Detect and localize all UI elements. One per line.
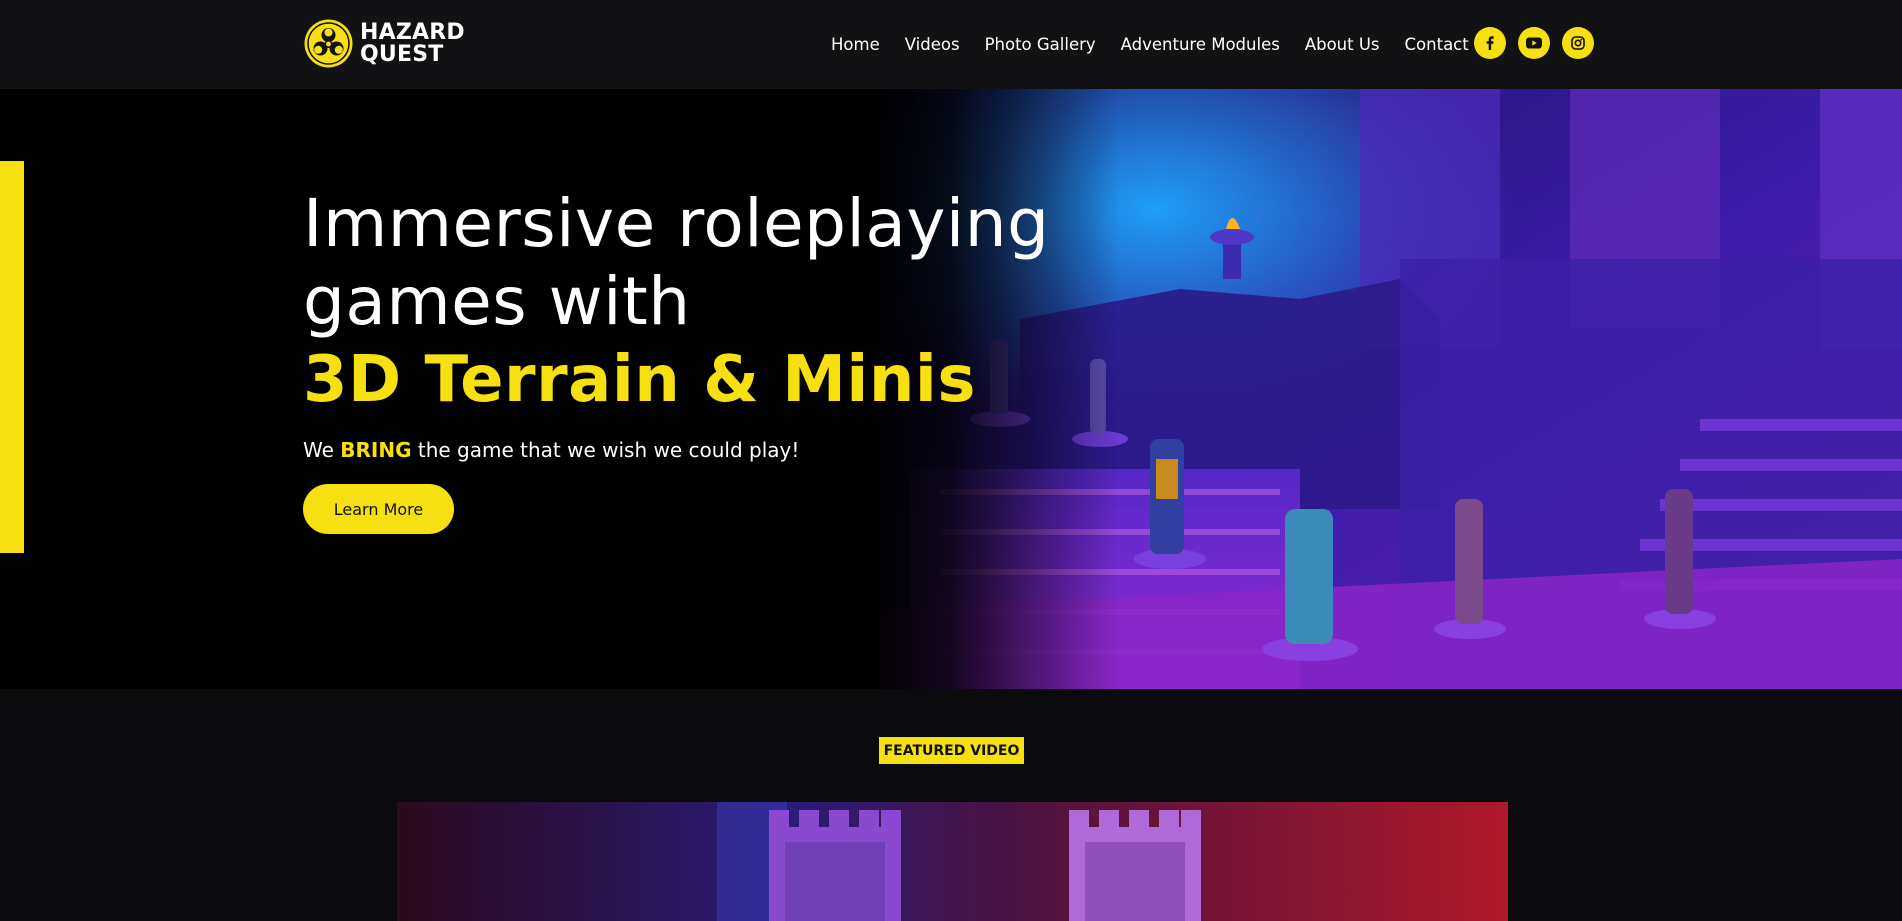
hero-subtitle-post: the game that we wish we could play! [411, 438, 800, 462]
nav-adventure-modules[interactable]: Adventure Modules [1121, 35, 1280, 54]
hero-accent-bar [0, 161, 24, 553]
social-links [1474, 27, 1594, 59]
learn-more-button[interactable]: Learn More [303, 484, 454, 534]
hero-title: Immersive roleplaying games with 3D Terr… [303, 185, 1049, 419]
hero-title-accent: 3D Terrain & Minis [303, 343, 976, 417]
hero-title-line-1: Immersive roleplaying [303, 185, 1050, 262]
instagram-icon [1571, 36, 1585, 50]
site-logo[interactable]: HAZARD QUEST [303, 18, 465, 69]
nav-videos[interactable]: Videos [905, 35, 960, 54]
nav-photo-gallery[interactable]: Photo Gallery [985, 35, 1096, 54]
logo-wordmark: HAZARD QUEST [360, 19, 465, 67]
youtube-button[interactable] [1518, 27, 1550, 59]
featured-video-badge: FEATURED VIDEO [879, 737, 1024, 764]
hero-section: Immersive roleplaying games with 3D Terr… [0, 89, 1902, 689]
nav-about-us[interactable]: About Us [1305, 35, 1380, 54]
facebook-button[interactable] [1474, 27, 1506, 59]
hero-subtitle-emphasis: BRING [340, 438, 412, 462]
logo-line-2: QUEST [360, 41, 444, 67]
biohazard-icon [304, 19, 353, 68]
featured-video-player[interactable] [397, 802, 1508, 921]
logo-line-1: HAZARD [360, 19, 465, 45]
hero-subtitle-pre: We [303, 438, 341, 462]
youtube-icon [1526, 37, 1542, 49]
facebook-icon [1486, 36, 1494, 50]
nav-home[interactable]: Home [831, 35, 880, 54]
hero-subtitle: We BRING the game that we wish we could … [303, 438, 799, 462]
hero-title-line-2: games with [303, 263, 691, 340]
nav-contact[interactable]: Contact [1405, 35, 1469, 54]
instagram-button[interactable] [1562, 27, 1594, 59]
site-header: HAZARD QUEST Home Videos Photo Gallery A… [0, 0, 1902, 89]
main-nav: Home Videos Photo Gallery Adventure Modu… [831, 0, 1469, 89]
video-thumbnail [397, 802, 1508, 921]
